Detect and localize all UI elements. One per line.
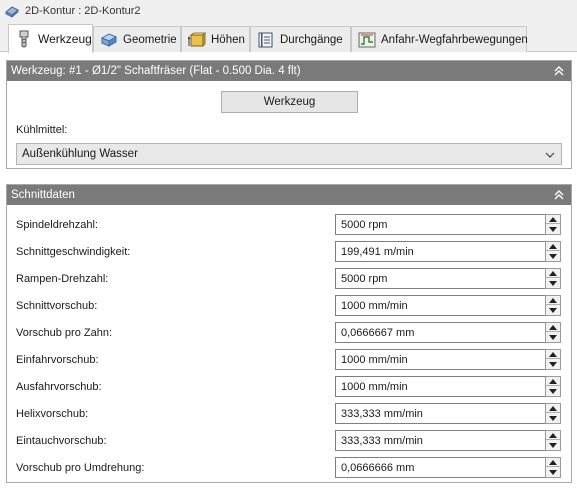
cut-data-group-title: Schnittdaten xyxy=(11,189,75,201)
tab-werkzeug[interactable]: Werkzeug xyxy=(8,24,93,53)
cut-data-group-header[interactable]: Schnittdaten xyxy=(7,185,571,205)
field-label: Rampen-Drehzahl: xyxy=(16,273,109,285)
tab-content: Werkzeug: #1 - Ø1/2" Schaftfräser (Flat … xyxy=(0,52,577,494)
row-ausfahrvorschub: Ausfahrvorschub: 1000 mm/min xyxy=(7,376,571,398)
schnittgeschwindigkeit-spinner[interactable] xyxy=(545,241,561,262)
eintauchvorschub-input[interactable]: 333,333 mm/min xyxy=(335,430,546,451)
field-label: Vorschub pro Zahn: xyxy=(16,327,113,339)
tab-label: Geometrie xyxy=(123,33,177,46)
row-vorschub-pro-zahn: Vorschub pro Zahn: 0,0666667 mm xyxy=(7,322,571,344)
tab-label: Durchgänge xyxy=(280,33,343,46)
heights-icon xyxy=(188,31,206,49)
spin-down-icon[interactable] xyxy=(546,252,560,261)
spin-down-icon[interactable] xyxy=(546,414,560,423)
einfahrvorschub-spinner[interactable] xyxy=(545,349,561,370)
field-label: Eintauchvorschub: xyxy=(16,435,107,447)
title-bar: 2D-Kontur : 2D-Kontur2 xyxy=(0,0,577,22)
tab-bar: Werkzeug Geometrie Höhen Durchgänge Anfa… xyxy=(0,24,577,53)
coolant-value: Außenkühlung Wasser xyxy=(22,148,138,160)
spin-up-icon[interactable] xyxy=(546,215,560,224)
cut-data-group: Schnittdaten Spindeldrehzahl: 5000 rpm S… xyxy=(6,184,572,483)
tab-durchgaenge[interactable]: Durchgänge xyxy=(250,26,351,52)
row-rampen-drehzahl: Rampen-Drehzahl: 5000 rpm xyxy=(7,268,571,290)
spin-up-icon[interactable] xyxy=(546,350,560,359)
ausfahrvorschub-spinner[interactable] xyxy=(545,376,561,397)
spin-down-icon[interactable] xyxy=(546,387,560,396)
spin-up-icon[interactable] xyxy=(546,377,560,386)
ausfahrvorschub-input[interactable]: 1000 mm/min xyxy=(335,376,546,397)
row-einfahrvorschub: Einfahrvorschub: 1000 mm/min xyxy=(7,349,571,371)
collapse-icon[interactable] xyxy=(552,188,566,202)
row-eintauchvorschub: Eintauchvorschub: 333,333 mm/min xyxy=(7,430,571,452)
spin-down-icon[interactable] xyxy=(546,468,560,477)
spin-down-icon[interactable] xyxy=(546,360,560,369)
spin-down-icon[interactable] xyxy=(546,333,560,342)
spin-up-icon[interactable] xyxy=(546,431,560,440)
tab-label: Anfahr-Wegfahrbewegungen xyxy=(381,33,528,46)
field-label: Schnittvorschub: xyxy=(16,300,98,312)
field-label: Vorschub pro Umdrehung: xyxy=(16,462,145,474)
vorschub-pro-zahn-spinner[interactable] xyxy=(545,322,561,343)
row-helixvorschub: Helixvorschub: 333,333 mm/min xyxy=(7,403,571,425)
window-title: 2D-Kontur : 2D-Kontur2 xyxy=(25,5,141,17)
spin-down-icon[interactable] xyxy=(546,441,560,450)
tab-geometrie[interactable]: Geometrie xyxy=(93,26,181,52)
chevron-down-icon xyxy=(544,149,556,161)
tool-icon xyxy=(15,30,33,48)
row-schnittgeschwindigkeit: Schnittgeschwindigkeit: 199,491 m/min xyxy=(7,241,571,263)
werkzeug-button[interactable]: Werkzeug xyxy=(221,91,358,113)
row-spindeldrehzahl: Spindeldrehzahl: 5000 rpm xyxy=(7,214,571,236)
rampen-drehzahl-spinner[interactable] xyxy=(545,268,561,289)
coolant-select[interactable]: Außenkühlung Wasser xyxy=(16,143,562,165)
linking-icon xyxy=(358,31,376,49)
contour-icon xyxy=(4,4,20,18)
einfahrvorschub-input[interactable]: 1000 mm/min xyxy=(335,349,546,370)
tool-group-title: Werkzeug: #1 - Ø1/2" Schaftfräser (Flat … xyxy=(11,65,301,77)
row-schnittvorschub: Schnittvorschub: 1000 mm/min xyxy=(7,295,571,317)
field-label: Ausfahrvorschub: xyxy=(16,381,102,393)
eintauchvorschub-spinner[interactable] xyxy=(545,430,561,451)
geometry-icon xyxy=(100,31,118,49)
spin-up-icon[interactable] xyxy=(546,242,560,251)
collapse-icon[interactable] xyxy=(552,64,566,78)
spin-up-icon[interactable] xyxy=(546,404,560,413)
field-label: Schnittgeschwindigkeit: xyxy=(16,246,131,258)
schnittvorschub-spinner[interactable] xyxy=(545,295,561,316)
passes-icon xyxy=(257,31,275,49)
vorschub-pro-umdrehung-spinner[interactable] xyxy=(545,457,561,478)
coolant-label: Kühlmittel: xyxy=(16,124,68,136)
spin-up-icon[interactable] xyxy=(546,296,560,305)
spin-down-icon[interactable] xyxy=(546,279,560,288)
tab-anfahr-wegfahrbewegungen[interactable]: Anfahr-Wegfahrbewegungen xyxy=(351,26,528,52)
schnittgeschwindigkeit-input[interactable]: 199,491 m/min xyxy=(335,241,546,262)
row-vorschub-pro-umdrehung: Vorschub pro Umdrehung: 0,0666666 mm xyxy=(7,457,571,479)
spin-down-icon[interactable] xyxy=(546,306,560,315)
helixvorschub-spinner[interactable] xyxy=(545,403,561,424)
spin-down-icon[interactable] xyxy=(546,225,560,234)
spin-up-icon[interactable] xyxy=(546,269,560,278)
field-label: Einfahrvorschub: xyxy=(16,354,99,366)
tab-label: Höhen xyxy=(211,33,245,46)
schnittvorschub-input[interactable]: 1000 mm/min xyxy=(335,295,546,316)
tool-group-header[interactable]: Werkzeug: #1 - Ø1/2" Schaftfräser (Flat … xyxy=(7,61,571,81)
helixvorschub-input[interactable]: 333,333 mm/min xyxy=(335,403,546,424)
spin-up-icon[interactable] xyxy=(546,458,560,467)
vorschub-pro-zahn-input[interactable]: 0,0666667 mm xyxy=(335,322,546,343)
field-label: Helixvorschub: xyxy=(16,408,89,420)
tab-label: Werkzeug xyxy=(38,32,92,46)
spindeldrehzahl-input[interactable]: 5000 rpm xyxy=(335,214,546,235)
rampen-drehzahl-input[interactable]: 5000 rpm xyxy=(335,268,546,289)
vorschub-pro-umdrehung-input[interactable]: 0,0666666 mm xyxy=(335,457,546,478)
spin-up-icon[interactable] xyxy=(546,323,560,332)
tool-group: Werkzeug: #1 - Ø1/2" Schaftfräser (Flat … xyxy=(6,60,572,169)
spindeldrehzahl-spinner[interactable] xyxy=(545,214,561,235)
tab-hoehen[interactable]: Höhen xyxy=(181,26,250,52)
field-label: Spindeldrehzahl: xyxy=(16,219,98,231)
